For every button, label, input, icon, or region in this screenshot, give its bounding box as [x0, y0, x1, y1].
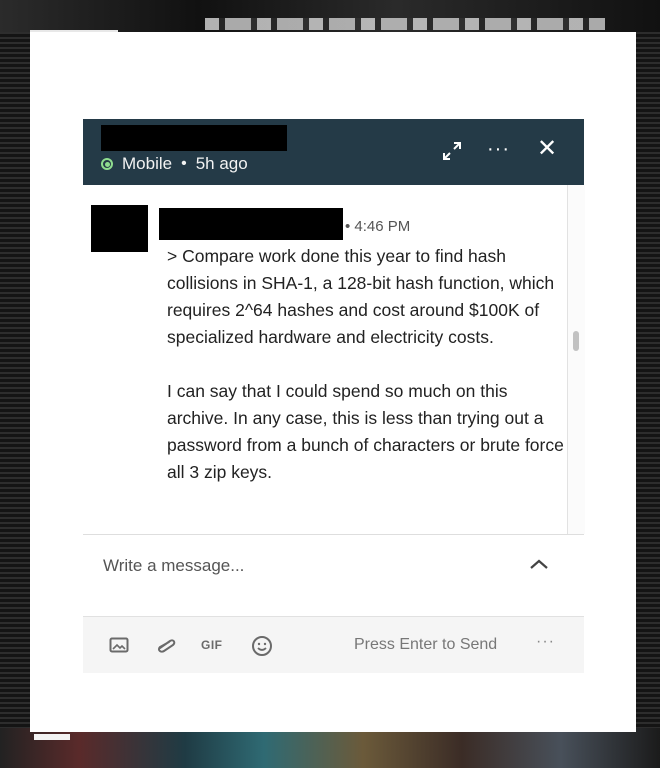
blurred-header-text: [205, 18, 605, 30]
message-paragraph: > Compare work done this year to find ha…: [167, 246, 555, 347]
presence-status: Mobile • 5h ago: [101, 153, 248, 175]
chat-window: Mobile • 5h ago ··· ✕ • 4:46 PM > Compar…: [83, 119, 585, 673]
attach-photo-button[interactable]: [109, 637, 129, 658]
scroll-thumb[interactable]: [573, 331, 579, 351]
toolbar-more-button[interactable]: ···: [536, 633, 555, 651]
emoji-icon: [252, 636, 272, 656]
message-body: > Compare work done this year to find ha…: [167, 243, 565, 486]
message-input[interactable]: [101, 551, 525, 581]
avatar-redaction: [91, 205, 148, 252]
chevron-up-icon: [530, 559, 548, 569]
left-bezel: [0, 32, 30, 732]
close-button[interactable]: ✕: [537, 137, 557, 161]
sender-name-redaction: [159, 208, 343, 240]
status-label: Mobile: [122, 154, 173, 173]
online-status-icon: [101, 158, 113, 170]
more-options-button[interactable]: ···: [487, 139, 510, 159]
attach-file-button[interactable]: [154, 637, 178, 658]
gif-button[interactable]: GIF: [201, 638, 223, 652]
status-separator: •: [181, 155, 187, 172]
message-paragraph: I can say that I could spend so much on …: [167, 381, 564, 482]
right-bezel: [636, 32, 660, 732]
image-icon: [109, 637, 129, 653]
close-icon: ✕: [537, 135, 558, 162]
bottom-mark: [34, 734, 70, 740]
collapse-composer-button[interactable]: [529, 557, 549, 571]
emoji-button[interactable]: [251, 635, 273, 662]
expand-icon: [443, 142, 461, 160]
send-hint: Press Enter to Send: [354, 636, 498, 653]
message-timestamp: • 4:46 PM: [345, 218, 411, 235]
chat-header: Mobile • 5h ago ··· ✕: [83, 119, 584, 185]
paperclip-icon: [157, 639, 176, 653]
composer-toolbar: GIF Press Enter to Send ···: [83, 616, 584, 673]
message-scrollbar[interactable]: [567, 185, 585, 534]
contact-name-redaction: [101, 125, 287, 151]
expand-button[interactable]: [441, 140, 463, 162]
top-bezel: [0, 0, 660, 33]
last-seen-label: 5h ago: [195, 154, 248, 173]
composer-divider: [83, 534, 584, 535]
bottom-bezel: [0, 728, 660, 768]
